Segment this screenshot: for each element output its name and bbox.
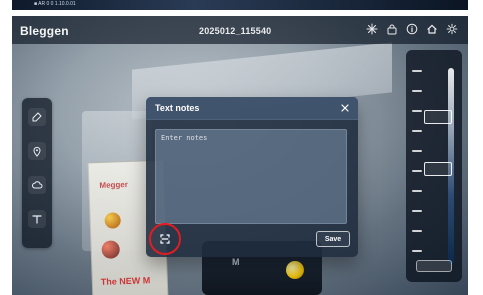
scale-tick (412, 170, 422, 172)
scale-tick (412, 210, 422, 212)
info-icon[interactable] (406, 23, 418, 35)
home-icon[interactable] (426, 23, 438, 35)
app-brand: Bleggen (20, 24, 69, 38)
scale-marker-2[interactable] (424, 162, 452, 176)
screenshot-frame: ■ AR 0 0 1.10.0.01 Megger The NEW M M Bl… (0, 0, 483, 295)
header-icon-group (366, 23, 458, 35)
poster-text: The NEW M (100, 275, 151, 287)
close-icon (341, 104, 349, 112)
snowflake-icon[interactable] (366, 23, 378, 35)
pin-icon (33, 146, 41, 157)
device-text: M (232, 257, 240, 267)
settings-icon[interactable] (446, 23, 458, 35)
lock-icon[interactable] (386, 23, 398, 35)
scale-tick (412, 230, 422, 232)
scale-tick (412, 130, 422, 132)
capture-tool-button[interactable] (28, 108, 46, 126)
pin-tool-button[interactable] (28, 142, 46, 160)
cloud-tool-button[interactable] (28, 176, 46, 194)
scale-tick (412, 150, 422, 152)
scale-tick (412, 250, 422, 252)
capture-icon (32, 112, 42, 122)
device-yellow-indicator (286, 261, 304, 279)
poster-brand: Megger (99, 179, 129, 190)
scale-mode-button[interactable] (416, 260, 452, 272)
scan-button[interactable] (156, 230, 174, 248)
capture-timestamp: 2025012_115540 (199, 26, 272, 36)
scan-icon (160, 234, 170, 244)
scale-tick (412, 70, 422, 72)
top-strip: ■ AR 0 0 1.10.0.01 (12, 0, 468, 10)
cloud-icon (32, 181, 43, 189)
poster-graphic-1 (104, 212, 121, 229)
close-button[interactable] (338, 101, 352, 115)
text-tool-button[interactable] (28, 210, 46, 228)
top-strip-text: ■ AR 0 0 1.10.0.01 (34, 1, 76, 7)
dialog-title: Text notes (155, 103, 200, 113)
dialog-header: Text notes (146, 97, 358, 120)
save-button[interactable]: Save (316, 231, 350, 247)
text-icon (32, 215, 42, 224)
poster-graphic-2 (101, 240, 121, 259)
scale-marker-1[interactable] (424, 110, 452, 124)
scale-tick (412, 90, 422, 92)
camera-view: Megger The NEW M M Bleggen 2025012_11554… (12, 16, 468, 295)
text-notes-dialog: Text notes Save (146, 97, 358, 257)
scale-tick (412, 110, 422, 112)
left-tool-dock (22, 98, 52, 248)
temperature-scale (406, 50, 462, 282)
camera-header: Bleggen 2025012_115540 (12, 16, 468, 44)
notes-textarea[interactable] (155, 129, 347, 224)
scale-tick (412, 190, 422, 192)
